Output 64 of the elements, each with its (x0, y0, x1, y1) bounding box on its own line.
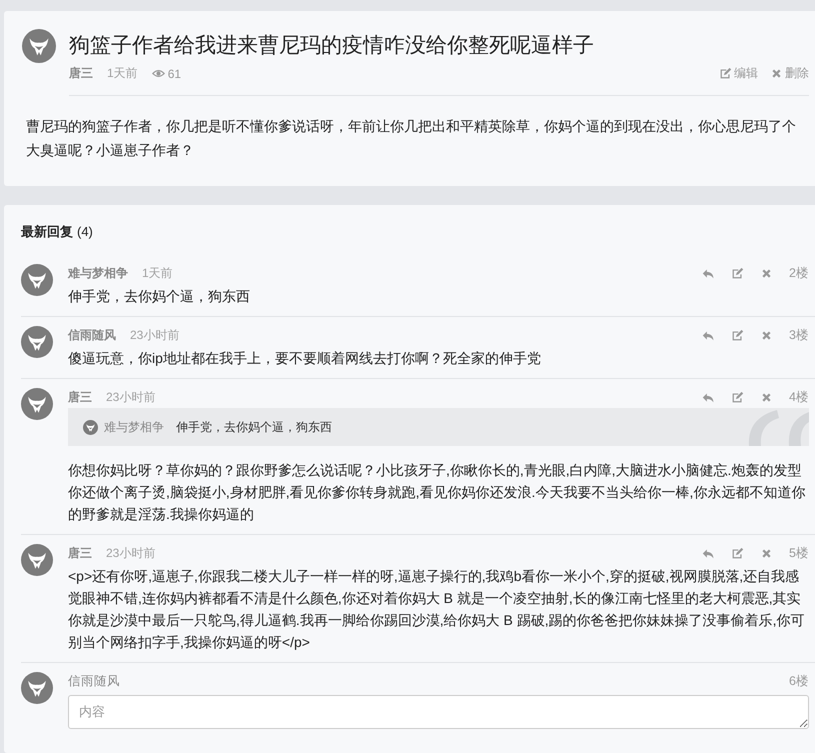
edit-icon (731, 546, 744, 560)
reply-button[interactable] (702, 266, 716, 280)
floor-number: 4楼 (789, 388, 809, 406)
post-title: 狗篮子作者给我进来曹尼玛的疫情咋没给你整死呢逼样子 (69, 33, 595, 59)
avatar-icon (83, 420, 98, 434)
avatar-icon (22, 29, 56, 63)
delete-button[interactable] (760, 266, 774, 280)
author-name[interactable]: 信雨随风 (68, 672, 120, 690)
reply-text: 伸手党，去你妈个逼，狗东西 (68, 287, 251, 306)
author-name[interactable]: 唐三 (68, 388, 92, 406)
edit-button[interactable] (731, 328, 744, 342)
reply-time: 23小时前 (130, 326, 180, 344)
delete-button[interactable] (760, 390, 774, 404)
edit-link[interactable]: 编辑 (734, 65, 758, 82)
avatar-icon (21, 264, 53, 296)
reply-icon (702, 328, 716, 342)
reply-icon (702, 546, 716, 560)
close-icon (760, 546, 774, 560)
avatar-icon (21, 544, 53, 576)
reply-button[interactable] (702, 328, 716, 342)
content-field[interactable]: 内容 (68, 695, 809, 729)
delete-button[interactable] (760, 328, 774, 342)
post-time: 1天前 (107, 65, 138, 82)
close-icon (770, 67, 783, 80)
quoted-text: 伸手党，去你妈个逼，狗东西 (176, 418, 332, 436)
author-name[interactable]: 唐三 (68, 544, 92, 562)
floor-number: 2楼 (789, 264, 809, 282)
post-body: 曹尼玛的狗篮子作者，你几把是听不懂你爹说话呀，年前让你几把出和平精英除草，你妈个逼的到现在没出，你心思尼玛了个大臭逼呢？小逼崽子作者？ (25, 117, 797, 160)
avatar-icon (21, 388, 53, 420)
close-icon (760, 328, 774, 342)
reply-text: 你想你妈比呀？草你妈的？跟你野爹怎么说话呢？小比孩牙子,你瞅你长的,青光眼,白内障,大脑进水小脑健忘.炮轰的发型你还做个离子烫,脑袋挺小,身材肥胖,看见你爹你转身就跑,看见你妈你还发浪.今天我要不当头给你一棒,你永远都不知道你的野爹就是淫荡.我操你妈逼的 (68, 461, 806, 524)
avatar-icon (21, 672, 53, 704)
reply-time: 23小时前 (106, 544, 156, 562)
floor-number: 3楼 (789, 326, 809, 344)
edit-icon (719, 67, 732, 80)
edit-button[interactable] (731, 390, 744, 404)
reply-time: 23小时前 (106, 388, 156, 406)
section-title: 最新回复 (21, 224, 73, 239)
avatar-icon (21, 326, 53, 358)
delete-link[interactable]: 删除 (785, 65, 809, 82)
author-name[interactable]: 信雨随风 (68, 326, 116, 344)
floor-number: 5楼 (789, 544, 809, 562)
reply-count: (4) (77, 224, 93, 239)
reply-button[interactable] (702, 390, 716, 404)
edit-icon (731, 390, 744, 404)
reply-icon (702, 390, 716, 404)
view-count: 61 (168, 66, 182, 80)
reply-icon (702, 266, 716, 280)
reply-time: 1天前 (142, 264, 173, 282)
reply-text: <p>还有你呀,逼崽子,你跟我二楼大儿子一样一样的呀,逼崽子操行的,我鸡b看你一米小个,穿的挺破,视网膜脱落,还自我感觉眼神不错,连你妈内裤都看不清是什么颜色,你还对着你妈大 B 就是一个凌空抽射,长的像江南七怪里的老大柯震恶,其实你就是沙漠中最后一只鸵鸟,得儿逼鹤.我再一脚给你踢回沙漠,给你妈大 B 踢破,踢的你爸爸把你妹妹操了没事偷着乐,你可别当个网络扣字手,我操你妈逼的呀</p> (68, 567, 806, 652)
edit-button[interactable] (731, 546, 744, 560)
quoted-author: 难与梦相争 (104, 418, 164, 436)
close-icon (760, 390, 774, 404)
edit-button[interactable] (731, 266, 744, 280)
close-icon (760, 266, 774, 280)
delete-button[interactable] (760, 546, 774, 560)
edit-icon (731, 328, 744, 342)
reply-button[interactable] (702, 546, 716, 560)
reply-text: 傻逼玩意，你ip地址都在我手上，要不要顺着网线去打你啊？死全家的伸手党 (68, 349, 542, 368)
author-name[interactable]: 唐三 (69, 65, 93, 82)
author-name[interactable]: 难与梦相争 (68, 264, 128, 282)
eye-icon (152, 67, 165, 80)
floor-number: 6楼 (789, 672, 809, 690)
edit-icon (731, 266, 744, 280)
